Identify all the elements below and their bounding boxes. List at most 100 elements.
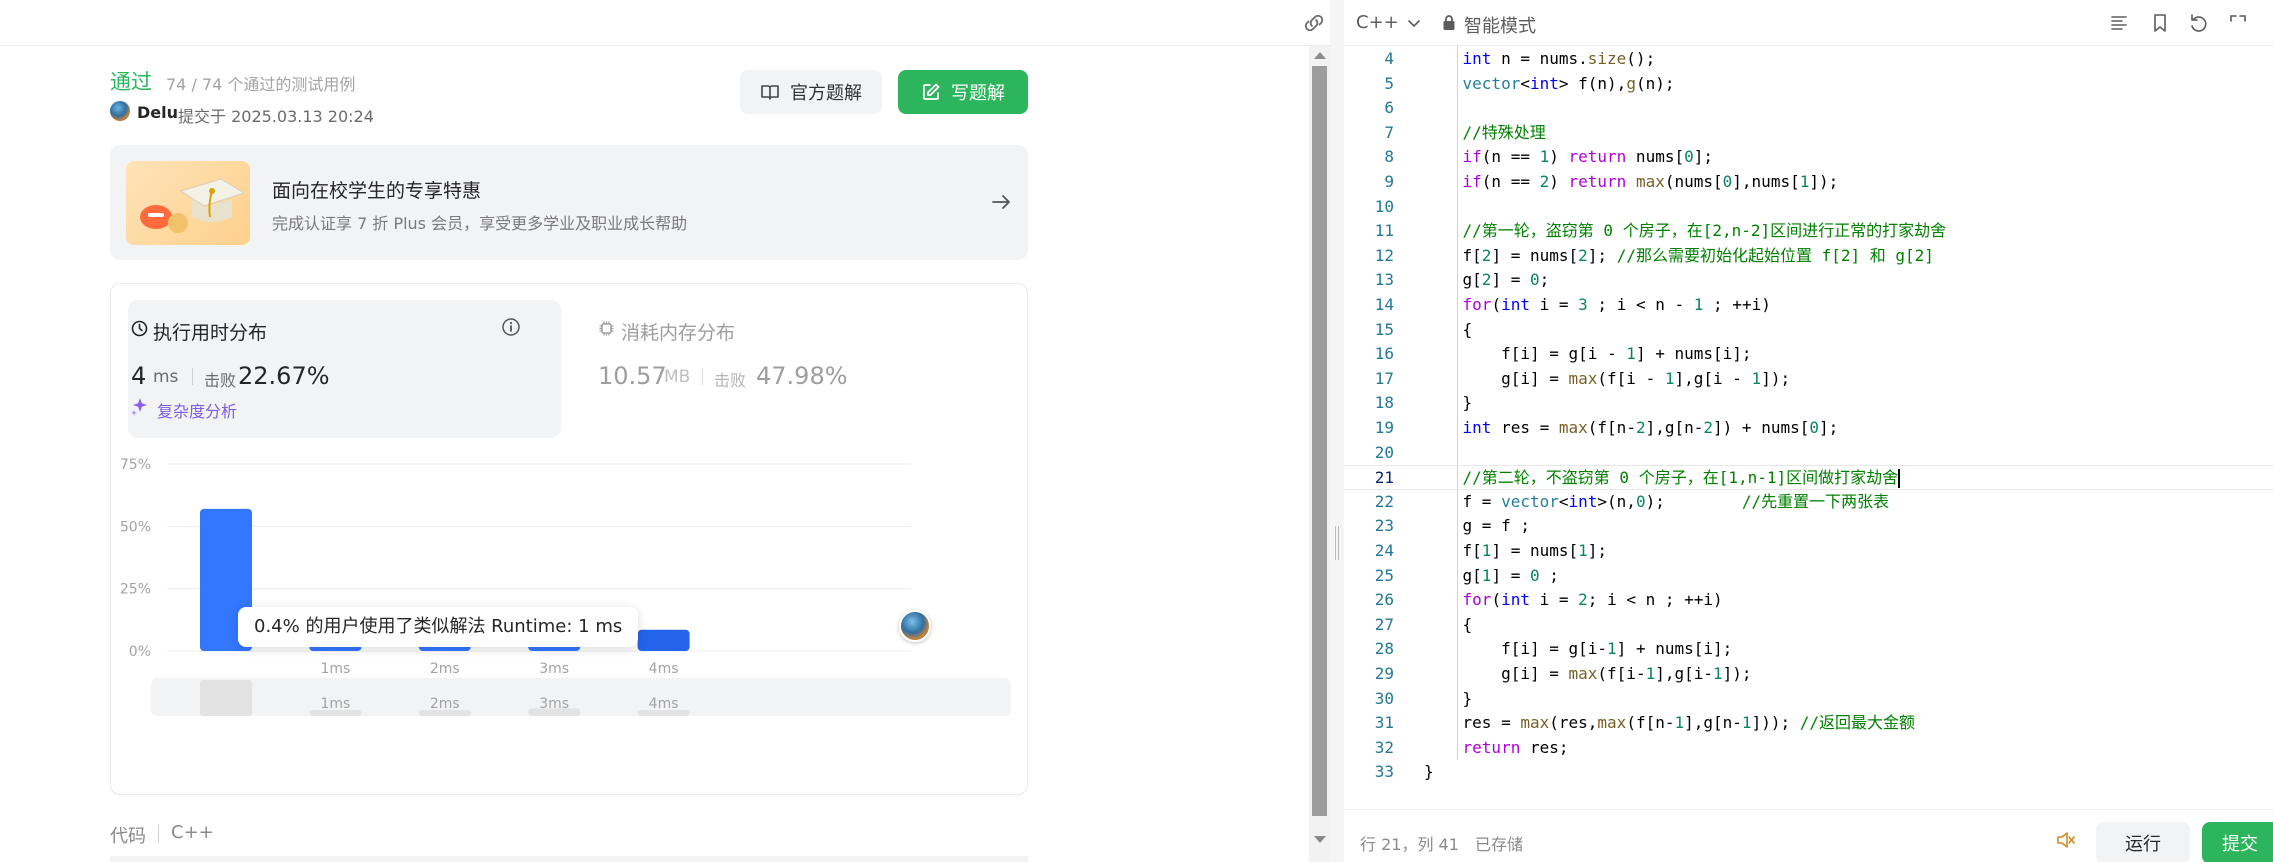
submission-status: 通过 [110, 70, 152, 94]
line-number: 4 [1384, 49, 1394, 68]
memory-beats-value: 47.98% [756, 362, 848, 390]
code-line[interactable]: 28 f[i] = g[i-1] + nums[i]; [1344, 637, 2273, 662]
code-line[interactable]: 17 g[i] = max(f[i - 1],g[i - 1]); [1344, 367, 2273, 392]
code-line[interactable]: 29 g[i] = max(f[i-1],g[i-1]); [1344, 662, 2273, 687]
line-number: 16 [1374, 344, 1394, 364]
memory-chip-icon [599, 321, 614, 336]
divider [192, 368, 193, 385]
line-number: 10 [1374, 196, 1394, 216]
code-line[interactable]: 16 f[i] = g[i - 1] + nums[i]; [1344, 342, 2273, 367]
code-editor[interactable]: 4 int n = nums.size(); 5 vector<int> f(n)… [1344, 46, 2273, 809]
divider [158, 825, 159, 842]
code-text: g[i] = max(f[i-1],g[i-1]); [1424, 664, 1752, 683]
runtime-title: 执行用时分布 [153, 322, 268, 344]
format-align-icon[interactable] [2108, 12, 2130, 34]
code-line[interactable]: 31 res = max(res,max(f[n-1],g[n-1])); //… [1344, 711, 2273, 736]
runtime-beats-label: 击败 [204, 371, 237, 390]
memory-unit: MB [664, 367, 691, 387]
code-line[interactable]: 27 { [1344, 613, 2273, 638]
write-solution-button[interactable]: 写题解 [898, 70, 1028, 114]
code-line[interactable]: 18 } [1344, 391, 2273, 416]
code-line[interactable]: 21 //第二轮，不盗窃第 0 个房子，在[1,n-1]区间做打家劫舍 [1344, 465, 2273, 490]
code-line[interactable]: 25 g[1] = 0 ; [1344, 564, 2273, 589]
cursor-position: 行 21，列 41 [1360, 835, 1459, 854]
code-line[interactable]: 11 //第一轮，盗窃第 0 个房子，在[2,n-2]区间进行正常的打家劫舍 [1344, 219, 2273, 244]
expand-icon[interactable] [2227, 12, 2249, 34]
language-select[interactable]: C++ [1356, 12, 1421, 33]
code-text: res = max(res,max(f[n-1],g[n-1])); //返回最… [1424, 713, 1916, 733]
save-status: 已存储 [1475, 835, 1524, 854]
submit-time: 提交于 2025.03.13 20:24 [178, 107, 374, 126]
y-tick-label: 25% [120, 582, 151, 598]
code-line[interactable]: 30 } [1344, 687, 2273, 712]
line-number: 15 [1374, 319, 1394, 339]
code-line[interactable]: 6 [1344, 96, 2273, 121]
user-name[interactable]: Delu [137, 103, 178, 122]
sound-off-icon[interactable] [2054, 829, 2076, 851]
code-line[interactable]: 14 for(int i = 3 ; i < n - 1 ; ++i) [1344, 293, 2273, 318]
smart-mode-toggle[interactable]: 智能模式 [1464, 12, 1536, 38]
code-line[interactable]: 4 int n = nums.size(); [1344, 47, 2273, 72]
code-line[interactable]: 23 g = f ; [1344, 514, 2273, 539]
line-number: 8 [1384, 147, 1394, 167]
line-number: 29 [1374, 664, 1394, 683]
code-line[interactable]: 7 //特殊处理 [1344, 121, 2273, 146]
promo-subtitle: 完成认证享 7 折 Plus 会员，享受更多学业及职业成长帮助 [272, 214, 688, 233]
code-line[interactable]: 13 g[2] = 0; [1344, 268, 2273, 293]
reset-icon[interactable] [2187, 12, 2209, 34]
code-text: //特殊处理 [1462, 122, 1546, 142]
code-text: int res = max(f[n-2],g[n-2]) + nums[0]; [1462, 418, 1839, 437]
info-icon[interactable] [501, 317, 521, 337]
student-promo-banner[interactable]: 面向在校学生的专享特惠 完成认证享 7 折 Plus 会员，享受更多学业及职业成… [110, 145, 1028, 260]
vertical-scrollbar[interactable] [1309, 46, 1330, 862]
code-section-label: 代码 [110, 826, 146, 847]
runtime-value: 4 [131, 362, 147, 390]
code-text: f = vector<int>(n,0); //先重置一下两张表 [1424, 491, 1890, 511]
range-label: 1ms [320, 696, 350, 712]
line-number: 32 [1374, 737, 1394, 757]
code-line[interactable]: 24 f[1] = nums[1]; [1344, 539, 2273, 564]
run-button[interactable]: 运行 [2096, 822, 2190, 862]
scroll-thumb[interactable] [1312, 66, 1327, 816]
code-text: f[1] = nums[1]; [1424, 541, 1608, 560]
code-line[interactable]: 9 if(n == 2) return max(nums[0],nums[1])… [1344, 170, 2273, 195]
scroll-down-arrow-icon[interactable] [1314, 836, 1326, 843]
link-icon[interactable] [1301, 12, 1327, 34]
chart-bar [637, 629, 690, 651]
code-line[interactable]: 32 return res; [1344, 736, 2273, 761]
code-line[interactable]: 5 vector<int> f(n),g(n); [1344, 72, 2273, 97]
line-number: 25 [1374, 565, 1394, 585]
arrow-right-icon[interactable] [990, 191, 1012, 213]
code-line[interactable]: 19 int res = max(f[n-2],g[n-2]) + nums[0… [1344, 416, 2273, 441]
code-line[interactable]: 20 [1344, 441, 2273, 466]
code-line[interactable]: 12 f[2] = nums[2]; //那么需要初始化起始位置 f[2] 和 … [1344, 244, 2273, 269]
range-label: 4ms [649, 696, 679, 712]
code-line[interactable]: 15 { [1344, 318, 2273, 343]
write-solution-label: 写题解 [951, 83, 1005, 104]
bookmark-icon[interactable] [2149, 12, 2171, 34]
line-number: 21 [1374, 468, 1394, 488]
code-line[interactable]: 33} [1344, 760, 2273, 785]
panel-splitter[interactable] [1330, 0, 1344, 862]
x-tick-label: 4ms [649, 661, 679, 677]
code-line[interactable]: 8 if(n == 1) return nums[0]; [1344, 145, 2273, 170]
official-solution-label: 官方题解 [790, 83, 862, 104]
code-line[interactable]: 22 f = vector<int>(n,0); //先重置一下两张表 [1344, 490, 2273, 515]
memory-title[interactable]: 消耗内存分布 [621, 318, 735, 345]
code-line[interactable]: 10 [1344, 195, 2273, 220]
code-text: return res; [1462, 737, 1569, 757]
line-number: 11 [1374, 221, 1394, 241]
official-solution-button[interactable]: 官方题解 [740, 70, 882, 114]
submit-button[interactable]: 提交 [2202, 822, 2273, 862]
user-avatar[interactable] [110, 101, 130, 121]
code-text: g = f ; [1424, 516, 1530, 536]
line-number: 5 [1384, 73, 1394, 93]
scroll-up-arrow-icon[interactable] [1314, 52, 1326, 59]
code-line[interactable]: 26 for(int i = 2; i < n ; ++i) [1344, 588, 2273, 613]
code-text: f[i] = g[i-1] + nums[i]; [1424, 639, 1733, 659]
my-submission-avatar[interactable] [899, 610, 931, 642]
code-text: if(n == 2) return max(nums[0],nums[1]); [1462, 172, 1839, 191]
complexity-analysis-link[interactable]: 复杂度分析 [157, 398, 237, 422]
code-editor-panel: C++ 智能模式 4 int n = nums.size(); 5 vector… [1344, 0, 2273, 862]
splitter-grip-icon[interactable] [1335, 526, 1339, 560]
